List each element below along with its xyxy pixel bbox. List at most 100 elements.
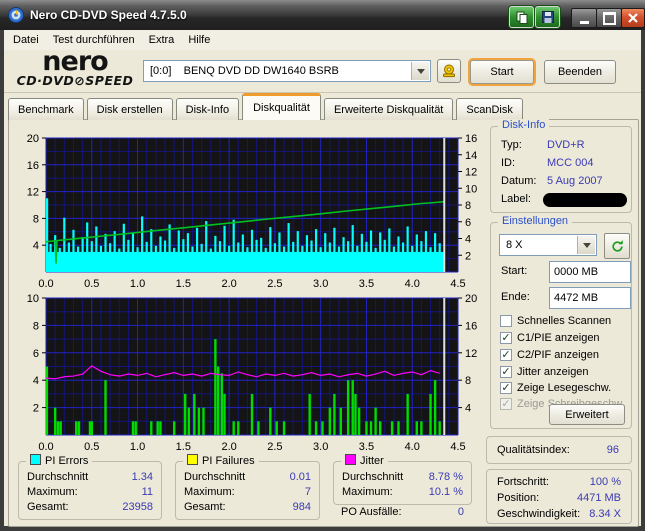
svg-text:3.0: 3.0 xyxy=(313,441,328,453)
disk-info-box: Disk-Info Typ: DVD+R ID: MCC 004 Datum: … xyxy=(490,119,632,213)
tab-disk-erstellen[interactable]: Disk erstellen xyxy=(86,98,173,120)
stat-label: Gesamt: xyxy=(27,501,69,513)
svg-text:4: 4 xyxy=(33,375,39,387)
tab-benchmark[interactable]: Benchmark xyxy=(8,98,84,120)
svg-text:20: 20 xyxy=(465,293,477,305)
checkbox-label: Zeige Lesegeschw. xyxy=(517,381,612,394)
pi-errors-chart: 481216202468101214160.0 0.5 1.0 1.5 2.0 2.5 3.… xyxy=(27,133,478,290)
maximize-button[interactable] xyxy=(596,8,622,28)
datum-label: Datum: xyxy=(501,175,537,187)
quit-button[interactable]: Beenden xyxy=(544,60,616,84)
svg-text:0.0: 0.0 xyxy=(38,278,53,290)
tab-bar: Benchmark Disk erstellen Disk-Info Diskq… xyxy=(8,93,526,120)
speed-select[interactable]: 8 X xyxy=(499,234,597,256)
position-label: Position: xyxy=(497,492,540,504)
eject-button[interactable] xyxy=(437,59,461,83)
checkbox-icon: ✓ xyxy=(500,330,512,344)
checkbox-zeige-lesegeschw[interactable]: ✓ Zeige Lesegeschw. xyxy=(500,380,611,395)
svg-text:1.0: 1.0 xyxy=(130,278,145,290)
checkbox-icon: ✓ xyxy=(500,314,512,327)
menu-extra[interactable]: Extra xyxy=(142,32,182,48)
pi-errors-stats-box: PI Errors Durchschnitt 1.34 Maximum: 11 … xyxy=(18,454,162,520)
svg-text:16: 16 xyxy=(465,320,477,332)
close-icon xyxy=(628,13,638,23)
quality-index-box: Qualitätsindex: 96 xyxy=(486,436,632,464)
minimize-button[interactable] xyxy=(571,8,597,28)
menu-datei[interactable]: Datei xyxy=(6,32,46,48)
menu-hilfe[interactable]: Hilfe xyxy=(181,32,217,48)
stat-label: Maximum: xyxy=(342,486,393,498)
svg-text:4.0: 4.0 xyxy=(405,441,420,453)
typ-value: DVD+R xyxy=(547,139,585,151)
save-button[interactable] xyxy=(535,6,560,28)
quality-index-value: 96 xyxy=(606,444,619,456)
svg-text:2.0: 2.0 xyxy=(221,278,236,290)
svg-text:14: 14 xyxy=(465,150,477,162)
svg-text:1.5: 1.5 xyxy=(176,441,191,453)
end-input[interactable] xyxy=(549,287,631,309)
svg-text:1.5: 1.5 xyxy=(176,278,191,290)
speed-label: Geschwindigkeit: xyxy=(497,508,581,520)
svg-text:4.5: 4.5 xyxy=(450,278,465,290)
checkbox-schnelles-scannen[interactable]: ✓ Schnelles Scannen xyxy=(500,313,611,328)
quality-index-label: Qualitätsindex: xyxy=(497,444,570,456)
jitter-stats-box: Jitter Durchschnitt 8.78 % Maximum: 10.1… xyxy=(333,454,472,505)
settings-caption: Einstellungen xyxy=(498,215,573,227)
svg-text:4.5: 4.5 xyxy=(450,441,465,453)
eject-icon xyxy=(443,64,455,78)
stat-label: Maximum: xyxy=(27,486,78,498)
drive-select-value: [0:0] BENQ DVD DD DW1640 BSRB xyxy=(150,65,339,77)
settings-box: Einstellungen 8 X Start: Ende: ✓ Schnell… xyxy=(490,215,632,429)
disk-info-caption: Disk-Info xyxy=(498,119,550,131)
app-window: Nero CD-DVD Speed 4.7.5.0 Datei Test dur… xyxy=(0,0,645,531)
end-label: Ende: xyxy=(501,291,530,303)
pi-errors-caption: PI Errors xyxy=(26,454,93,467)
advanced-button[interactable]: Erweitert xyxy=(549,404,625,425)
pi-failures-color-swatch xyxy=(187,454,198,465)
id-label: ID: xyxy=(501,157,516,169)
svg-text:6: 6 xyxy=(33,348,39,360)
stat-value: 0.01 xyxy=(289,471,311,483)
app-icon xyxy=(8,7,24,23)
tab-disk-info[interactable]: Disk-Info xyxy=(175,98,240,120)
copy-to-clipboard-button[interactable] xyxy=(509,6,534,28)
label-label: Label: xyxy=(501,193,531,205)
svg-text:12: 12 xyxy=(465,348,477,360)
checkbox-c2-pif-anzeigen[interactable]: ✓ C2/PIF anzeigen xyxy=(500,347,599,362)
speed-value: 8.34 X xyxy=(589,508,621,520)
checkbox-c1-pie-anzeigen[interactable]: ✓ C1/PIE anzeigen xyxy=(500,330,600,345)
svg-text:2.0: 2.0 xyxy=(221,441,236,453)
pi-errors-color-swatch xyxy=(30,454,41,465)
disc-label-redacted xyxy=(543,193,627,207)
stat-label: Durchschnitt xyxy=(342,471,404,483)
refresh-button[interactable] xyxy=(604,233,630,259)
jitter-caption: Jitter xyxy=(341,454,388,467)
save-icon xyxy=(541,11,554,23)
stat-label: Gesamt: xyxy=(184,501,226,513)
stat-value: 8.78 % xyxy=(428,471,463,483)
stat-label: Maximum: xyxy=(184,486,235,498)
start-input[interactable] xyxy=(549,261,631,283)
jitter-color-swatch xyxy=(345,454,356,465)
tab-erweiterte-diskqualitaet[interactable]: Erweiterte Diskqualität xyxy=(323,98,454,120)
pi-failures-jitter-chart: 2 4 6 8 10 4 8 12 16 20 0.0 0.5 1.0 1.5 2.0 2.5 3.0 3.5 4.… xyxy=(27,293,478,453)
minimize-icon xyxy=(579,20,589,24)
stat-value: 1.34 xyxy=(131,471,153,483)
title-bar: Nero CD-DVD Speed 4.7.5.0 xyxy=(0,0,645,30)
tab-scandisk[interactable]: ScanDisk xyxy=(456,98,523,120)
stat-label: Durchschnitt xyxy=(27,471,89,483)
tab-diskqualitaet[interactable]: Diskqualität xyxy=(242,93,321,120)
checkbox-jitter-anzeigen[interactable]: ✓ Jitter anzeigen xyxy=(500,364,589,379)
drive-select[interactable]: [0:0] BENQ DVD DD DW1640 BSRB xyxy=(143,60,431,82)
svg-text:0.0: 0.0 xyxy=(38,441,53,453)
svg-text:0.5: 0.5 xyxy=(84,441,99,453)
svg-text:16: 16 xyxy=(27,160,39,172)
refresh-icon xyxy=(611,239,623,252)
close-button[interactable] xyxy=(621,8,645,28)
svg-text:3.0: 3.0 xyxy=(313,278,328,290)
stat-value: 984 xyxy=(292,501,311,513)
pi-failures-stats-box: PI Failures Durchschnitt 0.01 Maximum: 7… xyxy=(175,454,320,520)
start-button[interactable]: Start xyxy=(470,60,534,84)
speed-select-value: 8 X xyxy=(506,239,523,251)
svg-text:4: 4 xyxy=(33,240,39,252)
